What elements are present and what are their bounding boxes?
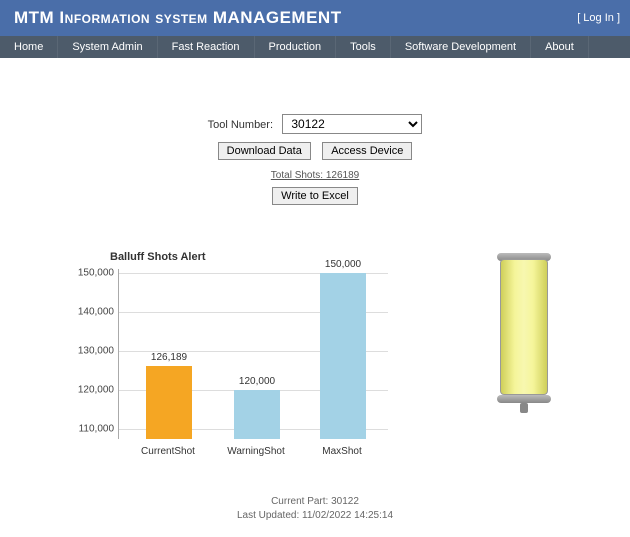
nav-item-fast-reaction[interactable]: Fast Reaction [158, 36, 255, 58]
y-tick-label: 140,000 [70, 306, 114, 317]
bar-warningshot: 120,000 [234, 390, 280, 439]
nav-item-home[interactable]: Home [0, 36, 58, 58]
app-header: MTM Information system MANAGEMENT [ Log … [0, 0, 630, 36]
action-row: Download Data Access Device [10, 142, 620, 160]
bar-label: 120,000 [234, 376, 280, 387]
y-tick-label: 150,000 [70, 267, 114, 278]
tool-row: Tool Number: 30122 [10, 114, 620, 134]
footer-updated: Last Updated: 11/02/2022 14:25:14 [10, 509, 620, 523]
indicator-tube [500, 257, 548, 407]
tube-body [500, 259, 548, 395]
download-button[interactable]: Download Data [218, 142, 311, 160]
y-tick-label: 110,000 [70, 424, 114, 435]
access-button[interactable]: Access Device [322, 142, 412, 160]
app-title: MTM Information system MANAGEMENT [14, 8, 342, 28]
content-area: Tool Number: 30122 Download Data Access … [0, 58, 630, 533]
bar-chart: 126,189 120,000 150,000 110,000 120,000 130,… [70, 269, 400, 455]
x-label: WarningShot [227, 446, 284, 457]
bar-label: 150,000 [320, 259, 366, 270]
footer: Current Part: 30122 Last Updated: 11/02/… [10, 495, 620, 523]
tool-label: Tool Number: [208, 119, 273, 131]
tool-select[interactable]: 30122 [282, 114, 422, 134]
write-excel-button[interactable]: Write to Excel [272, 187, 358, 205]
main-nav: HomeSystem AdminFast ReactionProductionT… [0, 36, 630, 58]
nav-item-software-development[interactable]: Software Development [391, 36, 531, 58]
chart-container: Balluff Shots Alert 126,189120,000150,00… [50, 251, 410, 455]
nav-item-about[interactable]: About [531, 36, 589, 58]
nav-item-production[interactable]: Production [255, 36, 337, 58]
x-label: CurrentShot [141, 446, 195, 457]
y-tick-label: 120,000 [70, 385, 114, 396]
plot-area: 126,189 120,000 150,000 [118, 269, 388, 439]
tube-bottom [497, 395, 551, 403]
nav-item-system-admin[interactable]: System Admin [58, 36, 157, 58]
bar-label: 126,189 [146, 352, 192, 363]
total-shots-text: Total Shots: 126189 [10, 170, 620, 181]
login-link[interactable]: [ Log In ] [577, 12, 620, 24]
tube-nib [520, 403, 528, 413]
excel-row: Write to Excel [10, 187, 620, 205]
x-label: MaxShot [322, 446, 361, 457]
footer-part: Current Part: 30122 [10, 495, 620, 509]
lower-section: Balluff Shots Alert 126,189120,000150,00… [10, 211, 620, 465]
y-tick-label: 130,000 [70, 346, 114, 357]
bar-currentshot: 126,189 [146, 366, 192, 439]
tube-graphic [500, 257, 548, 407]
nav-item-tools[interactable]: Tools [336, 36, 391, 58]
bar-maxshot: 150,000 [320, 273, 366, 439]
